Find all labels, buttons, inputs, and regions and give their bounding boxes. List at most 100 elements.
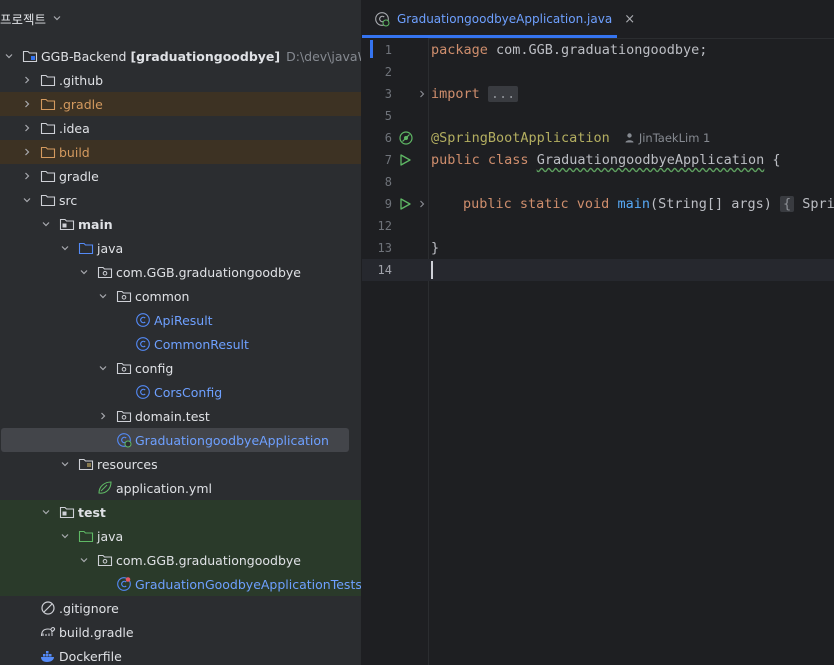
tree-item-build[interactable]: build [0, 140, 361, 164]
tree-item-label: com.GGB.graduationgoodbye [116, 552, 301, 568]
tree-item-config[interactable]: config [0, 356, 361, 380]
keyword: import [431, 86, 480, 102]
chevron-right-icon[interactable] [22, 123, 32, 133]
spring-bean-gutter-icon[interactable] [398, 130, 414, 146]
tree-item-application-class[interactable]: GraduationgoodbyeApplication [0, 428, 361, 452]
tree-item-application-tests[interactable]: GraduationGoodbyeApplicationTests [0, 572, 361, 596]
tree-item-label: domain.test [135, 408, 210, 424]
current-code-line[interactable]: 14 [362, 259, 834, 281]
chevron-down-icon[interactable] [98, 291, 108, 301]
project-root-path: D:\dev\javaWorkspa [286, 48, 361, 64]
package-icon [116, 362, 132, 375]
fold-expand-icon[interactable] [417, 89, 427, 99]
chevron-right-icon[interactable] [22, 99, 32, 109]
tree-item-dockerfile[interactable]: Dockerfile [0, 644, 361, 665]
tree-item-resources[interactable]: resources [0, 452, 361, 476]
tree-item-api-result[interactable]: ApiResult [0, 308, 361, 332]
chevron-right-icon[interactable] [98, 411, 108, 421]
code-line[interactable]: 3 import ... [362, 83, 834, 105]
code-text[interactable]: public static void main(String[] args) {… [463, 193, 834, 215]
chevron-right-icon[interactable] [22, 75, 32, 85]
code-author-hint[interactable]: JinTaekLim 1 [624, 131, 711, 145]
folded-region[interactable]: { [780, 196, 795, 212]
project-panel-title: 프로젝트 [0, 11, 47, 27]
tree-item-github[interactable]: .github [0, 68, 361, 92]
tree-item-test[interactable]: test [0, 500, 361, 524]
keyword: package [431, 42, 488, 58]
tree-item-test-package[interactable]: com.GGB.graduationgoodbye [0, 548, 361, 572]
tree-item-common-result[interactable]: CommonResult [0, 332, 361, 356]
tree-item-application-yml[interactable]: application.yml [0, 476, 361, 500]
user-icon [625, 133, 634, 143]
chevron-down-icon[interactable] [41, 219, 51, 229]
folder-icon [40, 122, 56, 135]
project-panel: 프로젝트 GGB-Backend [graduationgoodbye] D:\… [0, 0, 361, 665]
author-name: JinTaekLim 1 [638, 131, 711, 145]
tree-item-gitignore[interactable]: .gitignore [0, 596, 361, 620]
code-text[interactable]: } [431, 237, 439, 259]
tree-item-main-java[interactable]: java [0, 236, 361, 260]
tab-graduationgoodbye-application[interactable]: GraduationgoodbyeApplication.java × [362, 0, 635, 38]
tree-item-build-gradle[interactable]: build.gradle [0, 620, 361, 644]
chevron-down-icon[interactable] [52, 13, 62, 23]
method-name: main [617, 196, 650, 212]
project-panel-header[interactable]: 프로젝트 [0, 8, 62, 28]
tree-item-main-package[interactable]: com.GGB.graduationgoodbye [0, 260, 361, 284]
chevron-down-icon[interactable] [60, 243, 70, 253]
code-line[interactable]: 2 [362, 61, 834, 83]
module-folder-icon [22, 50, 38, 63]
excluded-folder-icon [40, 146, 56, 159]
spring-boot-class-icon [375, 12, 390, 27]
code-line[interactable]: 7 public class GraduationgoodbyeApplicat… [362, 149, 834, 171]
code-line[interactable]: 1 package com.GGB.graduationgoodbye; [362, 39, 834, 61]
folder-icon [40, 194, 56, 207]
package-icon [116, 410, 132, 423]
code-text[interactable]: package com.GGB.graduationgoodbye; [431, 39, 707, 61]
tree-item-common[interactable]: common [0, 284, 361, 308]
fold-expand-icon[interactable] [417, 199, 427, 209]
tree-item-project-root[interactable]: GGB-Backend [graduationgoodbye] D:\dev\j… [0, 44, 361, 68]
tree-item-label: build.gradle [59, 624, 134, 640]
chevron-down-icon[interactable] [98, 363, 108, 373]
chevron-right-icon[interactable] [22, 147, 32, 157]
line-number: 5 [384, 109, 392, 123]
code-line[interactable]: 5 [362, 105, 834, 127]
chevron-down-icon[interactable] [79, 267, 89, 277]
tree-item-test-java[interactable]: java [0, 524, 361, 548]
code-line[interactable]: 12 [362, 215, 834, 237]
code-token: (String[] args) [649, 196, 781, 212]
code-line[interactable]: 6 @SpringBootApplication JinTaekLim 1 [362, 127, 834, 149]
code-line[interactable]: 9 public static void main(String[] args)… [362, 193, 834, 215]
tree-item-idea[interactable]: .idea [0, 116, 361, 140]
chevron-down-icon[interactable] [79, 555, 89, 565]
line-number: 14 [377, 263, 392, 277]
code-text[interactable]: @SpringBootApplication JinTaekLim 1 [431, 127, 710, 149]
chevron-down-icon[interactable] [22, 195, 32, 205]
code-line[interactable]: 8 [362, 171, 834, 193]
run-icon[interactable] [398, 197, 412, 211]
code-text[interactable]: public class GraduationgoodbyeApplicatio… [431, 149, 781, 171]
folder-icon [40, 74, 56, 87]
chevron-down-icon[interactable] [4, 51, 14, 61]
code-line[interactable]: 13 } [362, 237, 834, 259]
folded-region[interactable]: ... [487, 86, 519, 102]
tree-item-cors-config[interactable]: CorsConfig [0, 380, 361, 404]
tree-item-gradle-cache[interactable]: .gradle [0, 92, 361, 116]
tree-item-gradle[interactable]: gradle [0, 164, 361, 188]
keyword: public static void [463, 196, 610, 212]
code-text[interactable]: import ... [431, 83, 519, 105]
tree-item-label: application.yml [116, 480, 212, 496]
tree-item-domain-test[interactable]: domain.test [0, 404, 361, 428]
chevron-down-icon[interactable] [60, 459, 70, 469]
tree-item-label: CorsConfig [154, 384, 223, 400]
source-set-folder-icon [59, 506, 75, 519]
gradle-icon [40, 627, 56, 637]
close-icon[interactable]: × [624, 12, 635, 27]
code-editor: GraduationgoodbyeApplication.java × 1 pa… [362, 0, 834, 665]
tree-item-src[interactable]: src [0, 188, 361, 212]
run-icon[interactable] [398, 153, 412, 167]
chevron-down-icon[interactable] [60, 531, 70, 541]
tree-item-main[interactable]: main [0, 212, 361, 236]
chevron-right-icon[interactable] [22, 171, 32, 181]
chevron-down-icon[interactable] [41, 507, 51, 517]
